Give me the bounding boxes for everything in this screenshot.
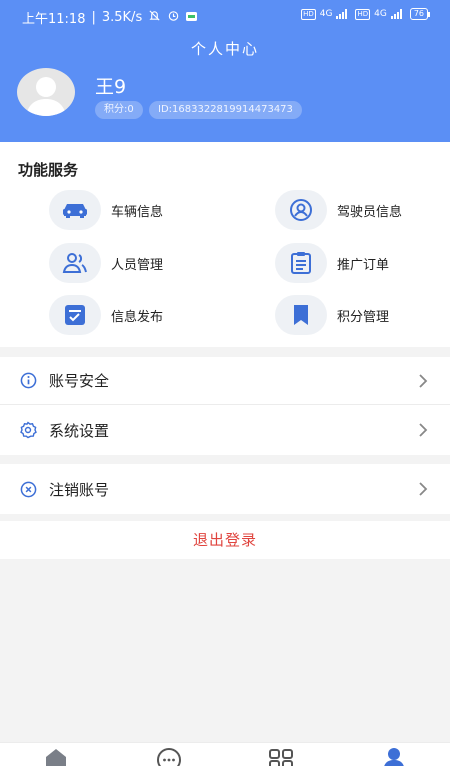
hd-badge-2: HD (355, 8, 371, 20)
cancel-account-row[interactable]: 注销账号 (0, 464, 450, 514)
chevron-right-icon (419, 373, 428, 388)
signal-icon (336, 9, 348, 19)
username: 王9 (95, 76, 127, 98)
fn-label: 信息发布 (111, 309, 164, 325)
order-icon (275, 243, 327, 283)
row-label: 系统设置 (49, 421, 110, 440)
fn-label: 积分管理 (337, 309, 390, 325)
account-security-row[interactable]: 账号安全 (0, 357, 450, 404)
car-icon (49, 190, 101, 230)
people-icon (49, 243, 101, 283)
points-badge: 积分:0 (95, 101, 143, 119)
home-icon[interactable] (43, 747, 69, 766)
fn-promotion-orders[interactable]: 推广订单 (275, 243, 389, 283)
status-time: 上午11:18 (22, 12, 86, 27)
network-speed: 3.5K/s (101, 10, 143, 25)
fn-vehicle-info[interactable]: 车辆信息 (49, 190, 163, 230)
close-circle-icon (19, 480, 37, 498)
settings-icon (19, 421, 37, 439)
bell-off-icon (148, 9, 161, 26)
driver-icon (275, 190, 327, 230)
fn-label: 推广订单 (337, 257, 390, 273)
publish-icon (49, 295, 101, 335)
battery-indicator: 76 (409, 8, 431, 20)
bookmark-icon (275, 295, 327, 335)
app-notification-icon (186, 10, 198, 25)
system-settings-row[interactable]: 系统设置 (0, 405, 450, 455)
fn-label: 驾驶员信息 (337, 204, 403, 220)
profile-icon[interactable] (381, 747, 407, 766)
chevron-right-icon (419, 423, 428, 437)
page-title: 个人中心 (190, 40, 259, 58)
signal-icon-2 (390, 9, 402, 19)
logout-button[interactable]: 退出登录 (0, 521, 450, 559)
row-label: 注销账号 (49, 480, 110, 499)
function-services-card: 功能服务 车辆信息 驾驶员信息 人员管理 推广订单 信息发布 积分管理 (0, 142, 450, 347)
sig1-label: 4G (319, 9, 333, 19)
fn-points-management[interactable]: 积分管理 (275, 295, 389, 335)
row-label: 账号安全 (49, 372, 110, 390)
profile-header: 上午11:18 | 3.5K/s HD 4G HD 4G 76 个人中心 王9 … (0, 0, 450, 142)
status-bar: 上午11:18 | 3.5K/s HD 4G HD 4G 76 (0, 0, 450, 32)
chevron-right-icon (419, 482, 428, 496)
grid-icon[interactable] (268, 747, 294, 766)
alarm-icon (167, 9, 180, 26)
user-id-badge: ID:1683322819914473473 (149, 101, 302, 119)
fn-label: 车辆信息 (111, 204, 164, 220)
fn-info-publish[interactable]: 信息发布 (49, 295, 163, 335)
hd-badge-1: HD (301, 8, 316, 20)
fn-driver-info[interactable]: 驾驶员信息 (275, 190, 402, 230)
avatar[interactable] (17, 68, 75, 116)
fn-label: 人员管理 (111, 257, 164, 273)
info-icon (19, 372, 37, 390)
bottom-tab-bar (0, 742, 450, 766)
message-icon[interactable] (156, 747, 182, 766)
fn-staff-management[interactable]: 人员管理 (49, 243, 163, 283)
section-title: 功能服务 (18, 161, 79, 179)
sig2-label: 4G (374, 9, 387, 19)
